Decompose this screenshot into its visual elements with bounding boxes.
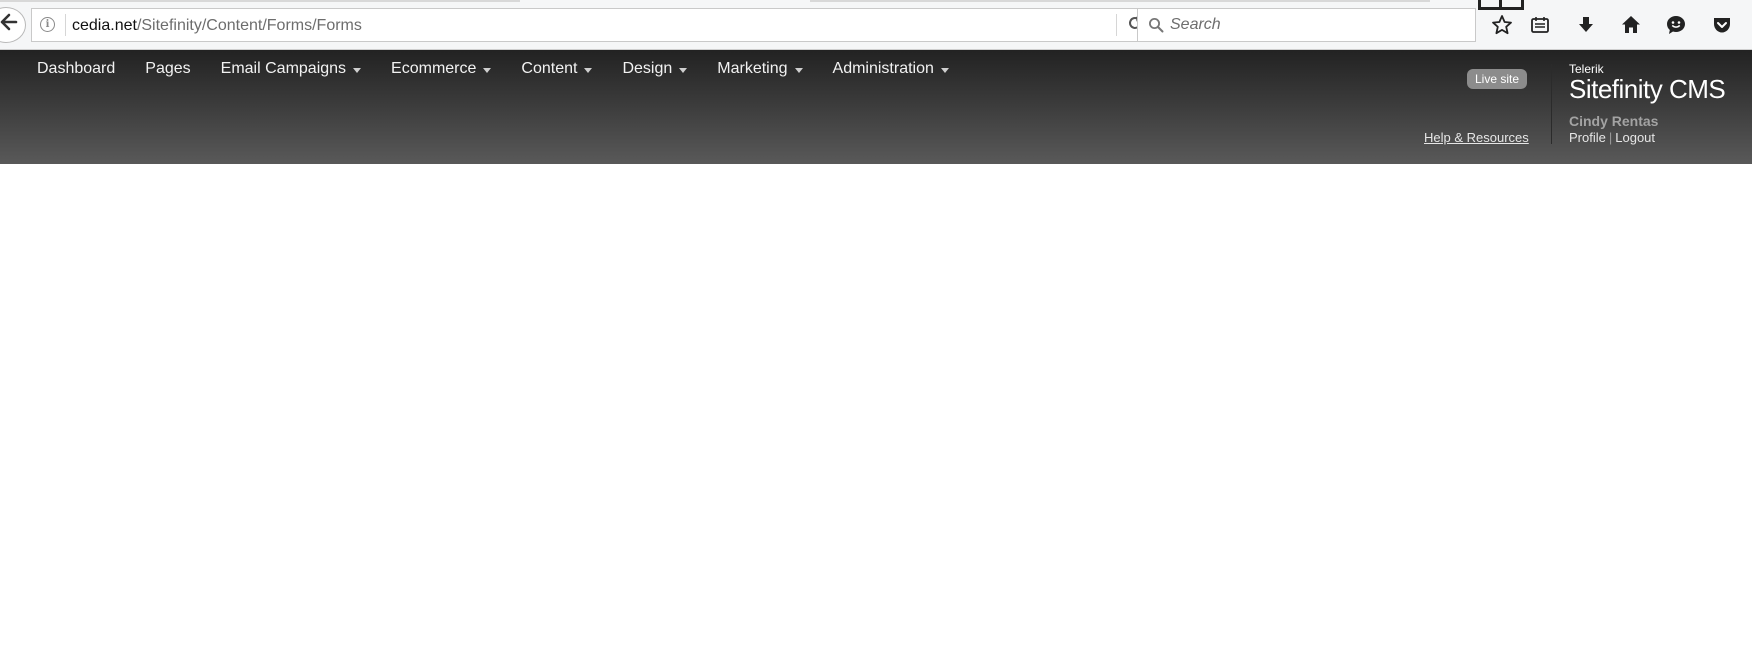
user-name: Cindy Rentas	[1569, 113, 1659, 129]
profile-link[interactable]: Profile	[1569, 130, 1606, 145]
header-divider	[1551, 64, 1552, 144]
reading-list-icon[interactable]	[1527, 12, 1553, 38]
nav-item-email-campaigns[interactable]: Email Campaigns	[220, 60, 362, 78]
tab-strip-edge	[0, 0, 520, 2]
nav-item-content[interactable]: Content	[521, 60, 593, 78]
live-site-button[interactable]: Live site	[1467, 69, 1528, 89]
bookmark-panel-edge	[1478, 0, 1524, 10]
sitefinity-logo: Telerik Sitefinity CMS	[1569, 63, 1726, 104]
main-nav: Dashboard Pages Email Campaigns Ecommerc…	[37, 60, 979, 78]
browser-toolbar: i cedia.net/Sitefinity/Content/Forms/For…	[0, 0, 1752, 50]
nav-item-label: Ecommerce	[391, 60, 477, 77]
brand-suffix: CMS	[1669, 74, 1726, 104]
nav-item-marketing[interactable]: Marketing	[717, 60, 803, 78]
nav-item-label: Marketing	[717, 60, 788, 77]
nav-item-label: Email Campaigns	[220, 60, 347, 77]
caret-down-icon	[353, 67, 362, 73]
logout-link[interactable]: Logout	[1615, 130, 1655, 145]
nav-item-label: Design	[622, 60, 673, 77]
download-icon[interactable]	[1573, 12, 1599, 38]
url-bar[interactable]: i cedia.net/Sitefinity/Content/Forms/For…	[31, 8, 1141, 42]
caret-down-icon	[679, 67, 688, 73]
main-content-area	[0, 164, 1752, 663]
bookmark-star-icon[interactable]	[1489, 12, 1515, 38]
caret-down-icon	[940, 67, 949, 73]
sitefinity-header: Dashboard Pages Email Campaigns Ecommerc…	[0, 50, 1752, 164]
user-links: Profile | Logout	[1569, 130, 1655, 145]
back-arrow-icon	[0, 13, 18, 37]
url-divider	[65, 14, 66, 36]
url-domain: cedia.net	[72, 17, 137, 34]
url-text[interactable]: cedia.net/Sitefinity/Content/Forms/Forms	[72, 17, 362, 35]
link-separator: |	[1608, 130, 1613, 145]
caret-down-icon	[794, 67, 803, 73]
info-icon[interactable]: i	[40, 17, 55, 32]
nav-item-ecommerce[interactable]: Ecommerce	[391, 60, 492, 78]
caret-down-icon	[483, 67, 492, 73]
back-button[interactable]	[0, 7, 26, 43]
nav-item-administration[interactable]: Administration	[833, 60, 949, 78]
reload-divider	[1116, 14, 1117, 36]
nav-item-dashboard[interactable]: Dashboard	[37, 60, 115, 78]
caret-down-icon	[584, 67, 593, 73]
pocket-icon[interactable]	[1709, 12, 1735, 38]
nav-item-label: Content	[521, 60, 578, 77]
search-icon	[1148, 17, 1164, 33]
search-bar[interactable]	[1137, 8, 1476, 42]
url-path: /Sitefinity/Content/Forms/Forms	[136, 17, 362, 34]
brand-name: Sitefinity CMS	[1569, 74, 1726, 104]
smiley-icon[interactable]	[1663, 12, 1689, 38]
brand-product: Sitefinity	[1569, 74, 1663, 104]
home-icon[interactable]	[1618, 12, 1644, 38]
tab-strip-edge	[810, 0, 1430, 2]
nav-item-label: Dashboard	[37, 60, 116, 77]
nav-item-label: Pages	[145, 60, 191, 77]
nav-item-pages[interactable]: Pages	[145, 60, 190, 78]
nav-item-label: Administration	[832, 60, 934, 77]
help-resources-link[interactable]: Help & Resources	[1424, 130, 1529, 145]
nav-item-design[interactable]: Design	[622, 60, 688, 78]
search-input[interactable]	[1168, 9, 1460, 41]
